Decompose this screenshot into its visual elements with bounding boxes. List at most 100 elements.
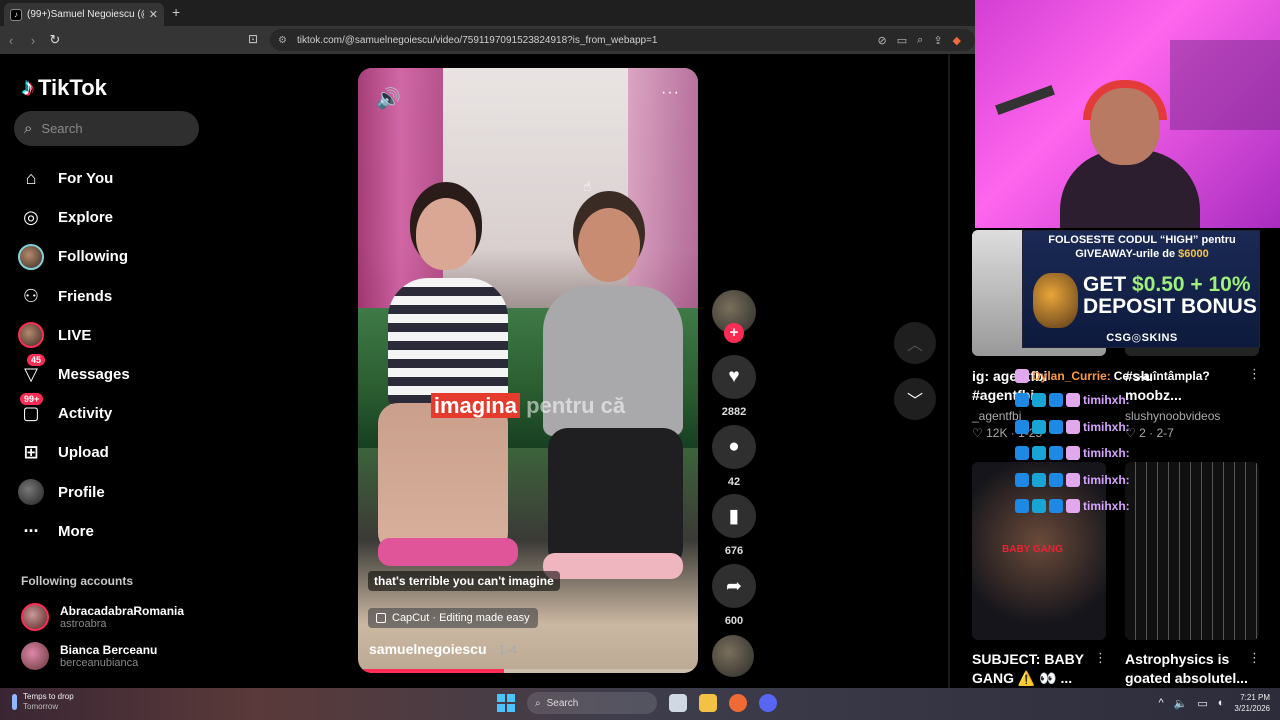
chat-badge-icon xyxy=(1049,420,1063,434)
windows-taskbar: Temps to drop Tomorrow ⌕ Search ^ 🔈 ▭ ◐ … xyxy=(0,688,1280,720)
chat-username: Dylan_Currie: xyxy=(1032,369,1111,383)
network-icon[interactable]: ◐ xyxy=(1218,697,1225,709)
video-card-title[interactable]: Astrophysics is goated absolutel... xyxy=(1125,650,1248,688)
sidebar-item-for-you[interactable]: ⌂ For You xyxy=(18,159,218,198)
sidebar-item-activity[interactable]: ▢ 99+ Activity xyxy=(18,392,218,433)
title-line: goated absolutel... xyxy=(1125,670,1248,686)
tiktok-logo[interactable]: ♪ TikTok xyxy=(22,74,107,102)
zoom-icon[interactable]: ⌕ xyxy=(917,34,923,47)
sound-avatar[interactable] xyxy=(712,635,754,677)
profile-avatar-icon xyxy=(18,479,44,506)
clock[interactable]: 7:21 PM 3/21/2026 xyxy=(1234,692,1270,714)
capcut-text: CapCut · Editing made easy xyxy=(392,612,530,624)
sidebar-item-messages[interactable]: ▽ 45 Messages xyxy=(18,353,218,394)
reload-icon[interactable]: ↻ xyxy=(44,32,66,48)
speaker-icon[interactable]: 🔈 xyxy=(1174,697,1188,710)
volume-icon[interactable]: 🔊 xyxy=(376,86,401,111)
sidebar-item-explore[interactable]: ◎ Explore xyxy=(18,198,218,237)
video-author[interactable]: samuelnegoiescu · 1-4 xyxy=(369,641,517,657)
sponsor-banner: FOLOSESTE CODUL “HIGH” pentru GIVEAWAY-u… xyxy=(1022,230,1260,348)
chat-username: timihxh: xyxy=(1083,393,1130,407)
sidebar-item-profile[interactable]: Profile xyxy=(18,473,218,512)
chat-badge-icon xyxy=(1066,420,1080,434)
sidebar-item-upload[interactable]: ⊞ Upload xyxy=(18,433,218,472)
video-card-title[interactable]: SUBJECT: BABY GANG ⚠️ 👀 ... xyxy=(972,650,1084,688)
activity-badge: 99+ xyxy=(20,392,44,405)
search-input[interactable]: ⌕ Search xyxy=(14,111,199,146)
chat-badge-icon xyxy=(1049,499,1063,513)
previous-video-button[interactable]: ︿ xyxy=(894,322,936,364)
share-icon[interactable]: ⇪ xyxy=(933,34,942,47)
follow-plus-icon[interactable]: + xyxy=(724,323,744,343)
sidebar-item-label: More xyxy=(58,522,94,540)
cast-icon[interactable]: ▭ xyxy=(897,34,907,47)
chat-username: timihxh: xyxy=(1083,499,1130,513)
friends-icon: ⚇ xyxy=(22,285,40,306)
chevron-down-icon: ﹀ xyxy=(906,393,923,410)
card-more-icon[interactable]: ⋮ xyxy=(1094,650,1107,666)
new-tab-icon[interactable]: + xyxy=(172,4,180,20)
bookmark-icon[interactable]: ⊡ xyxy=(248,32,258,46)
sidebar-item-label: Explore xyxy=(58,209,114,227)
back-icon[interactable]: ‹ xyxy=(0,33,22,48)
sidebar-item-label: Following xyxy=(58,248,128,266)
sidebar-nav: ⌂ For You ◎ Explore Following ⚇ Friends … xyxy=(18,159,218,551)
ad-text: $0.50 + 10% xyxy=(1132,273,1251,296)
system-tray: ^ 🔈 ▭ ◐ 7:21 PM 3/21/2026 xyxy=(1158,692,1270,714)
file-explorer-icon[interactable] xyxy=(699,694,717,712)
display-icon[interactable]: ▭ xyxy=(1197,697,1207,710)
chat-badge-icon xyxy=(1015,393,1029,407)
weather-line: Tomorrow xyxy=(23,702,59,711)
tiktok-favicon-icon: ♪ xyxy=(10,8,22,21)
sidebar-item-friends[interactable]: ⚇ Friends xyxy=(18,277,218,316)
comment-button[interactable]: ● 42 xyxy=(711,425,757,488)
sidebar-item-more[interactable]: ··· More xyxy=(18,512,218,551)
comment-icon: ● xyxy=(712,425,756,469)
video-thumbnail[interactable] xyxy=(1125,462,1259,640)
save-button[interactable]: ▮ 676 xyxy=(711,494,757,557)
card-stats: ♡ 2 · 2-7 xyxy=(1125,426,1174,440)
url-text: tiktok.com/@samuelnegoiescu/video/759119… xyxy=(296,34,658,46)
following-account[interactable]: Bianca Berceanu berceanubianca xyxy=(21,642,157,670)
chat-badge-icon xyxy=(1049,446,1063,460)
browser-tab[interactable]: ♪ (99+)Samuel Negoiescu (@s ✕ xyxy=(4,3,164,26)
capcut-tag[interactable]: CapCut · Editing made easy xyxy=(368,608,538,628)
task-view-icon[interactable] xyxy=(669,694,687,712)
ad-amount: $6000 xyxy=(1178,248,1209,260)
forward-icon[interactable]: › xyxy=(22,33,44,48)
home-icon: ⌂ xyxy=(25,168,37,189)
discord-icon[interactable] xyxy=(759,694,777,712)
card-more-icon[interactable]: ⋮ xyxy=(1248,650,1261,666)
windows-start-icon[interactable] xyxy=(497,694,515,712)
card-more-icon[interactable]: ⋮ xyxy=(1248,366,1261,382)
messages-badge: 45 xyxy=(27,353,46,366)
sidebar-item-live[interactable]: LIVE xyxy=(18,316,218,355)
next-video-button[interactable]: ﹀ xyxy=(894,378,936,420)
caption-highlight: imagina xyxy=(430,393,520,418)
brave-browser-icon[interactable] xyxy=(729,694,747,712)
brave-shield-icon[interactable]: ◆ xyxy=(953,34,961,47)
tab-close-icon[interactable]: ✕ xyxy=(149,8,158,21)
address-bar[interactable]: ⚙ tiktok.com/@samuelnegoiescu/video/7591… xyxy=(270,29,975,51)
logo-text: TikTok xyxy=(38,75,107,100)
browser-toolbar: ‹ › ↻ ⊡ ⚙ tiktok.com/@samuelnegoiescu/vi… xyxy=(0,26,975,54)
chat-badge-icon xyxy=(1032,393,1046,407)
weather-widget[interactable]: Temps to drop Tomorrow xyxy=(12,692,74,712)
site-info-icon[interactable]: ⚙ xyxy=(278,35,287,46)
following-account[interactable]: AbracadabraRomania astroabra xyxy=(21,603,184,631)
chat-message: timihxh: xyxy=(1015,389,1130,411)
sidebar-item-following[interactable]: Following xyxy=(18,237,218,276)
card-handle[interactable]: slushynoobvideos xyxy=(1125,409,1220,423)
taskbar-search[interactable]: ⌕ Search xyxy=(527,692,657,714)
chevron-up-icon[interactable]: ^ xyxy=(1158,697,1163,709)
video-more-icon[interactable]: ··· xyxy=(661,84,680,102)
video-progress-bar[interactable] xyxy=(358,669,698,673)
like-button[interactable]: ♥ 2882 xyxy=(711,355,757,418)
thumbnail-text: BABY GANG xyxy=(1002,544,1063,555)
eye-off-icon[interactable]: ⊘ xyxy=(878,34,887,47)
share-count: 600 xyxy=(724,615,744,627)
video-player[interactable]: 🔊 ··· imagina pentru că that's terrible … xyxy=(358,68,698,673)
share-button[interactable]: ➦ 600 xyxy=(711,564,757,627)
video-subtitle: that's terrible you can't imagine xyxy=(368,571,560,591)
card-handle[interactable]: _agentfbi xyxy=(972,409,1021,423)
